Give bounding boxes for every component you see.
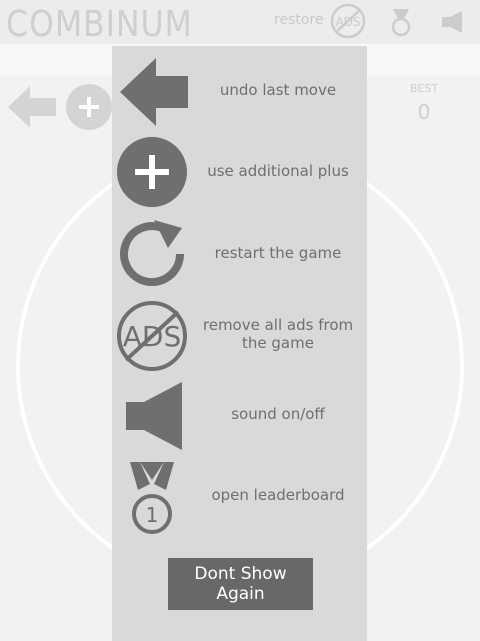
undo-arrow-icon — [120, 58, 188, 126]
restart-icon — [120, 220, 184, 287]
sound-icon[interactable] — [440, 9, 466, 35]
help-row-undo: undo last move — [112, 56, 367, 128]
help-label-undo: undo last move — [219, 81, 337, 99]
help-row-no-ads: ADS remove all ads from the game — [112, 300, 367, 372]
help-row-sound: sound on/off — [112, 380, 367, 452]
help-label-no-ads: remove all ads from the game — [202, 316, 354, 352]
help-row-restart: restart the game — [112, 218, 367, 290]
no-ads-icon[interactable]: ADS — [330, 3, 366, 39]
undo-arrow-icon[interactable] — [8, 86, 56, 128]
medal-number: 1 — [146, 503, 159, 527]
plus-icon[interactable] — [66, 84, 112, 130]
best-score-value: 0 — [417, 100, 431, 124]
app-title: COMBINUM — [6, 4, 193, 45]
leaderboard-medal-icon[interactable] — [388, 7, 414, 37]
help-label-sound: sound on/off — [231, 405, 325, 423]
medal-icon: 1 — [130, 462, 174, 534]
dont-show-again-button[interactable]: Dont Show Again — [168, 558, 313, 610]
restore-button[interactable]: restore — [274, 12, 323, 28]
help-row-leaderboard: 1 open leaderboard — [112, 460, 367, 536]
plus-icon — [117, 137, 187, 207]
no-ads-icon: ADS — [117, 301, 187, 371]
sound-icon — [126, 382, 182, 450]
help-label-plus: use additional plus — [207, 162, 349, 180]
help-overlay: undo last move use additional plus resta… — [112, 46, 367, 641]
help-row-plus: use additional plus — [112, 136, 367, 208]
help-label-leaderboard: open leaderboard — [211, 486, 345, 504]
help-label-restart: restart the game — [214, 244, 342, 262]
top-bar: COMBINUM restore ADS — [0, 0, 480, 45]
best-score-label: BEST — [409, 82, 439, 95]
